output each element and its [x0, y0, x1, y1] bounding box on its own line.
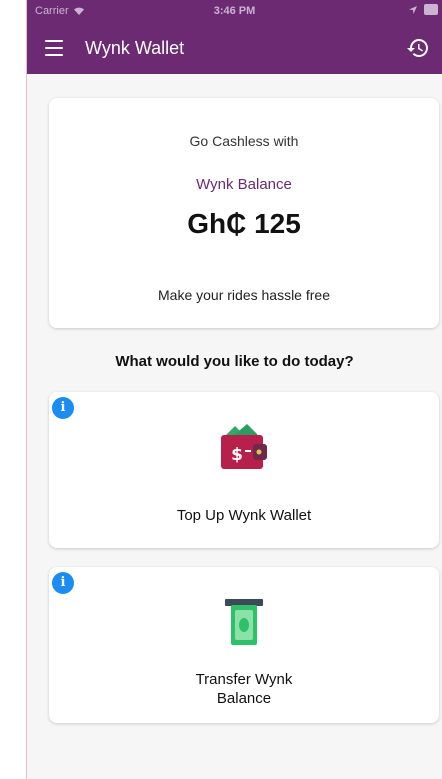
status-time: 3:46 PM: [213, 5, 256, 17]
transfer-label-line1: Transfer Wynk: [195, 671, 293, 688]
info-icon[interactable]: i: [52, 397, 74, 419]
question-heading: What would you like to do today?: [115, 353, 354, 370]
hamburger-menu-icon[interactable]: [45, 40, 63, 56]
svg-text:$: $: [231, 445, 243, 465]
wallet-icon: $: [221, 424, 267, 469]
top-up-wallet-card[interactable]: i $ Top Up Wynk Wallet: [49, 392, 439, 548]
battery-icon: [424, 4, 438, 15]
app-title: Wynk Wallet: [85, 38, 185, 58]
info-icon[interactable]: i: [52, 572, 74, 594]
transfer-balance-card[interactable]: i Transfer Wynk Balance: [49, 567, 439, 723]
location-icon: [409, 5, 417, 14]
wynk-balance-label: Wynk Balance: [196, 176, 292, 193]
status-right: [408, 4, 438, 15]
balance-card: Go Cashless with Wynk Balance Gh₵ 125 Ma…: [49, 98, 439, 328]
cashless-text: Go Cashless with: [189, 133, 299, 149]
atm-cash-icon: [225, 599, 263, 645]
balance-amount: Gh₵ 125: [187, 208, 301, 239]
top-up-label: Top Up Wynk Wallet: [176, 507, 312, 524]
transfer-label-line2: Balance: [216, 690, 272, 707]
status-bar: Carrier 3:46 PM: [27, 0, 442, 24]
transfer-label: Transfer Wynk Balance: [49, 670, 439, 708]
history-icon[interactable]: [406, 36, 430, 60]
hassle-free-text: Make your rides hassle free: [158, 287, 330, 303]
phone-screen: Carrier 3:46 PM Wynk Wallet Go Cashless …: [26, 0, 442, 779]
app-bar: Wynk Wallet: [27, 24, 442, 74]
